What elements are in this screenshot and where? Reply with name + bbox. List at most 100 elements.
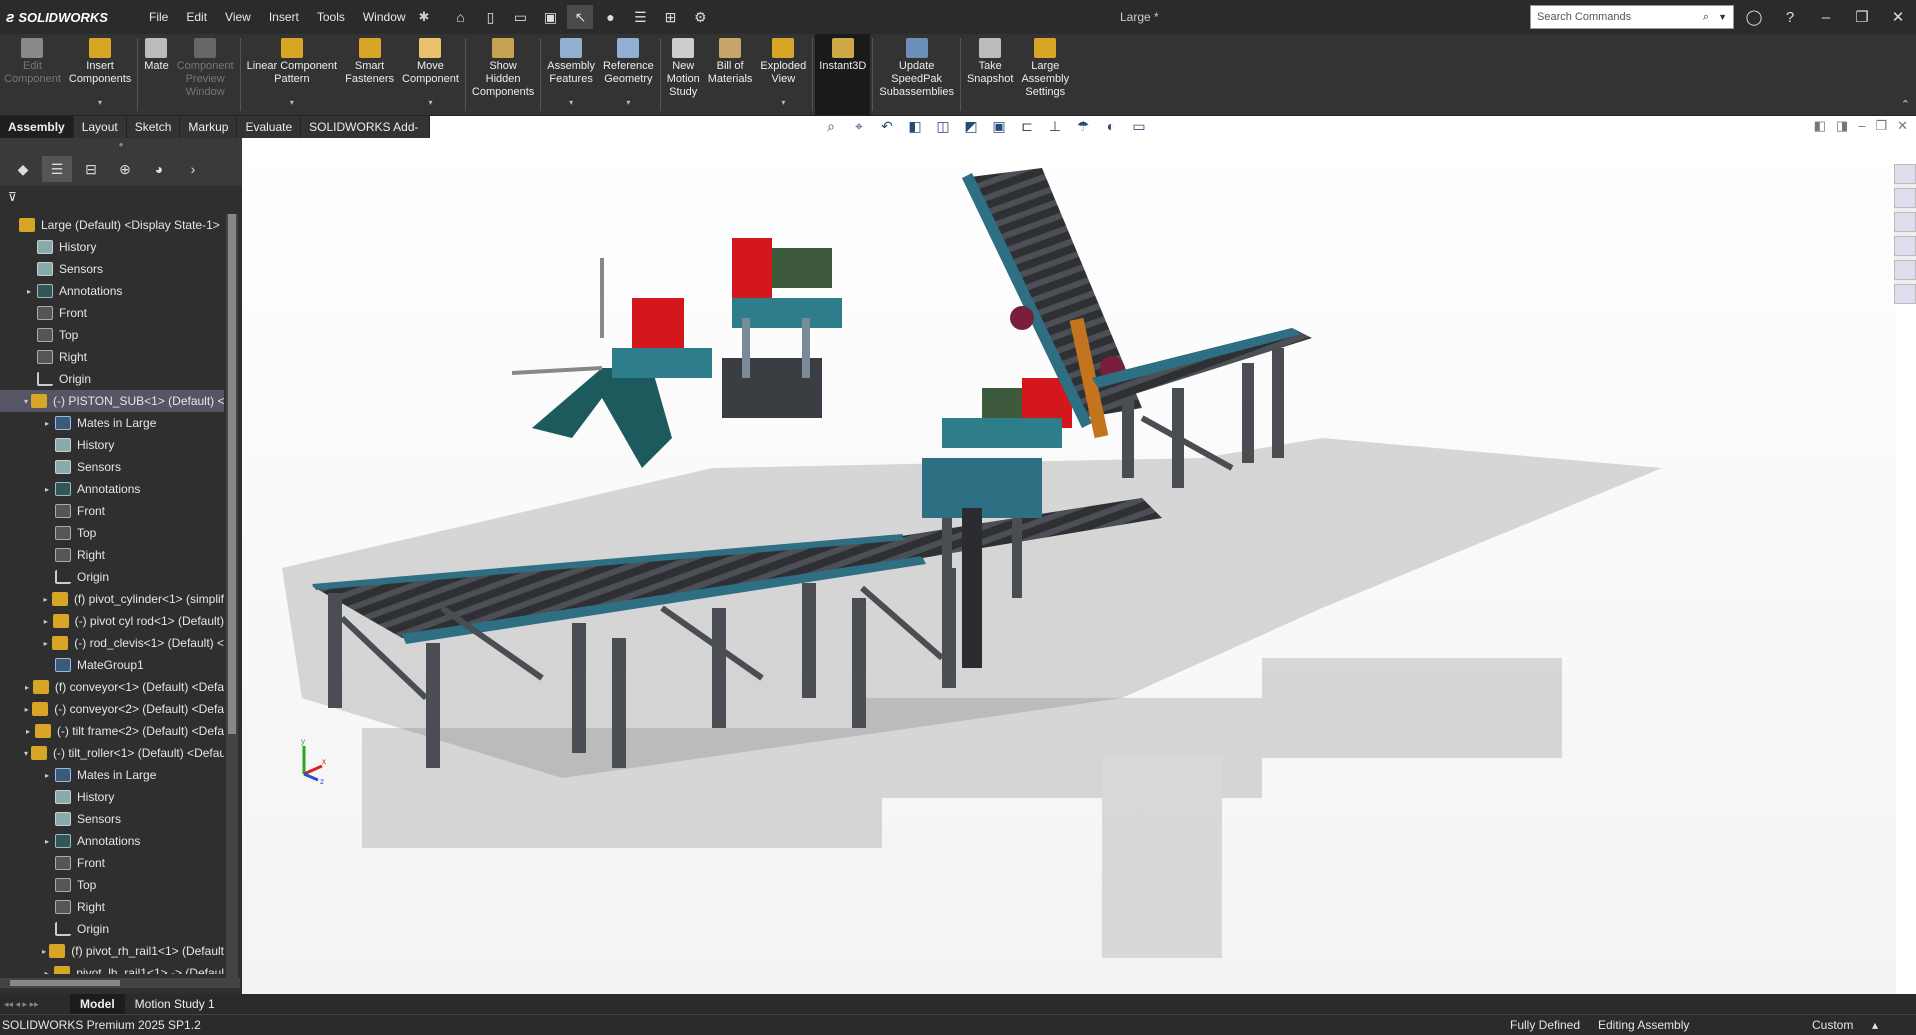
exploded-view-button[interactable]: Exploded View ▾ — [756, 34, 810, 115]
display-manager-tab-icon[interactable]: ◕ — [144, 156, 174, 182]
insert-components-button[interactable]: Insert Components ▾ — [65, 34, 135, 115]
expand-arrow-icon[interactable]: ▸ — [24, 727, 32, 736]
component-preview-window-button[interactable]: Component Preview Window — [173, 34, 238, 115]
tree-node[interactable]: Top — [0, 874, 224, 896]
search-icon[interactable]: ⌕ — [1703, 11, 1709, 24]
design-library-icon[interactable] — [1894, 188, 1916, 208]
menu-insert[interactable]: Insert — [260, 10, 308, 24]
tree-node[interactable]: Right — [0, 544, 224, 566]
solidworks-logo[interactable]: ƨ SOLIDWORKS — [0, 9, 140, 26]
expand-arrow-icon[interactable]: ▸ — [42, 485, 52, 494]
view-palette-icon[interactable] — [1894, 236, 1916, 256]
bill-of-materials-button[interactable]: Bill of Materials — [704, 34, 757, 115]
expand-arrow-icon[interactable]: ▾ — [24, 397, 28, 406]
save-icon[interactable]: ▣ — [537, 5, 563, 29]
tree-vertical-scrollbar[interactable] — [226, 214, 238, 984]
expand-arrow-icon[interactable]: ▸ — [24, 705, 29, 714]
dropdown-arrow-icon[interactable]: ▾ — [290, 96, 294, 109]
section-view-icon[interactable]: ◧ — [904, 118, 926, 135]
new-document-icon[interactable]: ▯ — [477, 5, 503, 29]
smart-fasteners-button[interactable]: Smart Fasteners — [341, 34, 398, 115]
collapse-ribbon-icon[interactable]: ⌃ — [1901, 98, 1910, 111]
tree-node[interactable]: Top — [0, 522, 224, 544]
tree-node[interactable]: Sensors — [0, 808, 224, 830]
file-properties-icon[interactable]: ☰ — [627, 5, 653, 29]
configuration-manager-tab-icon[interactable]: ⊟ — [76, 156, 106, 182]
tab-evaluate[interactable]: Evaluate — [237, 116, 302, 138]
dimxpert-manager-tab-icon[interactable]: ⊕ — [110, 156, 140, 182]
tree-node[interactable]: ▸ (-) rod_clevis<1> (Default) < — [0, 632, 224, 654]
custom-properties-icon[interactable] — [1894, 284, 1916, 304]
tree-node[interactable]: ▸ pivot_lh_rail1<1> -> (Defaul — [0, 962, 224, 974]
expand-arrow-icon[interactable]: ▸ — [42, 837, 52, 846]
dropdown-arrow-icon[interactable]: ▾ — [428, 96, 432, 109]
dropdown-arrow-icon[interactable]: ▾ — [626, 96, 630, 109]
expand-arrow-icon[interactable]: ▸ — [24, 683, 30, 692]
home-icon[interactable]: ⌂ — [447, 5, 473, 29]
new-motion-study-button[interactable]: New Motion Study — [663, 34, 704, 115]
units-dropdown-icon[interactable]: ▴ — [1872, 1018, 1878, 1032]
edit-component-button[interactable]: Edit Component — [0, 34, 65, 115]
dropdown-arrow-icon[interactable]: ▾ — [781, 96, 785, 109]
viewport-minimize-icon[interactable]: – — [1858, 118, 1865, 134]
expand-arrow-icon[interactable]: ▸ — [42, 639, 49, 648]
tree-node[interactable]: ▸ (-) pivot cyl rod<1> (Default) — [0, 610, 224, 632]
instant3d-button[interactable]: Instant3D — [815, 34, 871, 115]
viewport-tile-right-icon[interactable]: ◨ — [1836, 118, 1848, 134]
panel-expand-icon[interactable]: › — [178, 156, 208, 182]
restore-icon[interactable]: ❐ — [1844, 8, 1880, 26]
tree-node[interactable]: ▸ (-) tilt frame<2> (Default) <Defa — [0, 720, 224, 742]
dynamic-annotation-icon[interactable]: ◫ — [932, 118, 954, 135]
zoom-to-fit-icon[interactable]: ⌕ — [820, 118, 842, 135]
gear-icon[interactable]: ⚙ — [687, 5, 713, 29]
tree-node[interactable]: Top — [0, 324, 224, 346]
tree-node[interactable]: ▾ (-) PISTON_SUB<1> (Default) <D — [0, 390, 224, 412]
tree-node[interactable]: Large (Default) <Display State-1> — [0, 214, 224, 236]
tree-hscroll-thumb[interactable] — [10, 980, 120, 986]
tree-node[interactable]: ▸ Annotations — [0, 478, 224, 500]
tab-layout[interactable]: Layout — [74, 116, 127, 138]
user-icon[interactable]: ◯ — [1736, 8, 1772, 26]
dropdown-arrow-icon[interactable]: ▾ — [569, 96, 573, 109]
mate-button[interactable]: Mate — [140, 34, 172, 115]
menu-tools[interactable]: Tools — [308, 10, 354, 24]
tree-node[interactable]: Front — [0, 302, 224, 324]
view-settings-icon[interactable]: ◐ — [1100, 118, 1122, 135]
tree-node[interactable]: ▸ Annotations — [0, 280, 224, 302]
search-input[interactable]: Search Commands ⌕ ▼ — [1530, 5, 1734, 29]
tree-horizontal-scrollbar[interactable] — [0, 978, 240, 988]
viewport-close-icon[interactable]: ✕ — [1897, 118, 1908, 134]
minimize-icon[interactable]: – — [1808, 9, 1844, 26]
tree-node[interactable]: ▸ (f) pivot_cylinder<1> (simplif — [0, 588, 224, 610]
filter-icon[interactable]: ⊽ — [0, 190, 230, 210]
dropdown-arrow-icon[interactable]: ▾ — [98, 96, 102, 109]
pin-icon[interactable]: ✱ — [419, 9, 430, 25]
tree-node[interactable]: Right — [0, 896, 224, 918]
menu-window[interactable]: Window — [354, 10, 415, 24]
expand-arrow-icon[interactable]: ▾ — [24, 749, 28, 758]
show-hidden-components-button[interactable]: Show Hidden Components — [468, 34, 538, 115]
expand-arrow-icon[interactable]: ▸ — [42, 771, 52, 780]
tree-node[interactable]: ▸ (f) pivot_rh_rail1<1> (Default — [0, 940, 224, 962]
solidworks-resources-icon[interactable] — [1894, 164, 1916, 184]
select-icon[interactable]: ↖ — [567, 5, 594, 29]
edit-appearance-icon[interactable]: ⊥ — [1044, 118, 1066, 135]
menu-file[interactable]: File — [140, 10, 177, 24]
hide-show-items-icon[interactable]: ⊏ — [1016, 118, 1038, 135]
display-pane-icon[interactable]: ▭ — [1128, 118, 1150, 135]
close-icon[interactable]: ✕ — [1880, 8, 1916, 26]
feature-manager-tab-icon[interactable]: ◆ — [8, 156, 38, 182]
move-component-button[interactable]: Move Component ▾ — [398, 34, 463, 115]
viewport-tile-left-icon[interactable]: ◧ — [1814, 118, 1826, 134]
tab-assembly[interactable]: Assembly — [0, 116, 74, 138]
tree-node[interactable]: ▸ (-) conveyor<2> (Default) <Defa — [0, 698, 224, 720]
tab-solidworks-add-ins[interactable]: SOLIDWORKS Add-Ins — [301, 116, 430, 156]
expand-arrow-icon[interactable]: ▸ — [24, 287, 34, 296]
tab-navigation-arrows[interactable]: ◂◂ ◂ ▸ ▸▸ — [0, 999, 70, 1010]
search-dropdown-icon[interactable]: ▼ — [1718, 12, 1727, 22]
tab-sketch[interactable]: Sketch — [127, 116, 181, 138]
tree-node[interactable]: Front — [0, 852, 224, 874]
status-units[interactable]: Custom — [1812, 1018, 1872, 1032]
tree-node[interactable]: ▸ Mates in Large — [0, 764, 224, 786]
large-assembly-settings-button[interactable]: Large Assembly Settings — [1017, 34, 1073, 115]
